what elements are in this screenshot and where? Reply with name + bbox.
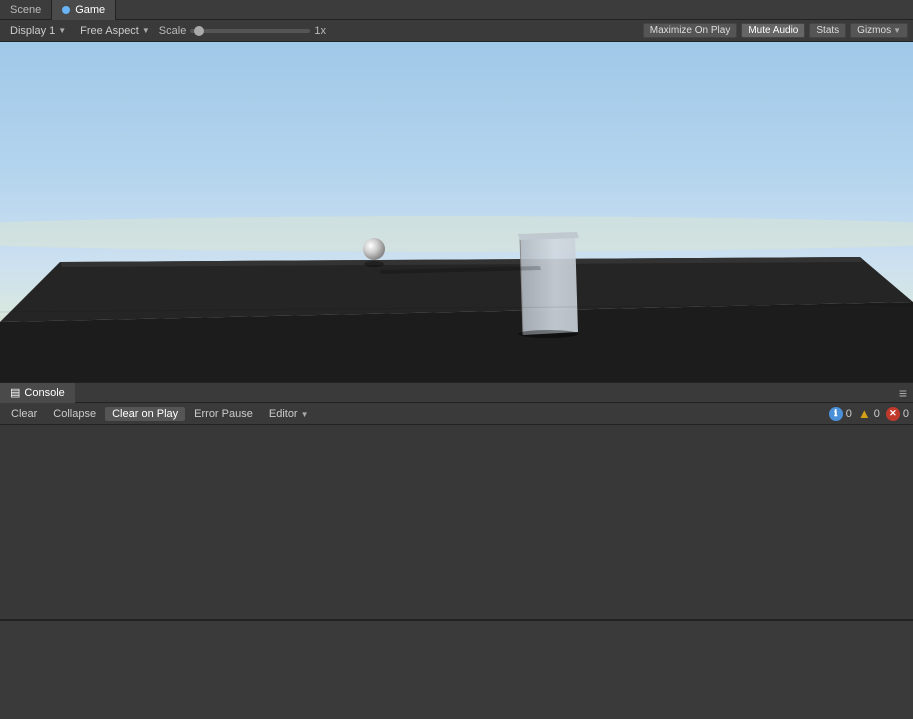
scale-slider[interactable] — [190, 29, 310, 33]
info-icon: ℹ — [829, 407, 843, 421]
console-menu-button[interactable]: ≡ — [893, 385, 913, 401]
mute-label: Mute Audio — [748, 25, 798, 36]
scale-text-label: Scale — [159, 25, 187, 37]
clear-on-play-label: Clear on Play — [112, 408, 178, 420]
game-viewport — [0, 42, 913, 382]
display-label: Display 1 — [10, 25, 55, 37]
gizmos-dropdown-arrow: ▼ — [893, 26, 901, 35]
tab-game-label: Game — [75, 4, 105, 16]
error-count[interactable]: ✕ 0 — [886, 407, 909, 421]
gizmos-label: Gizmos — [857, 25, 891, 36]
scale-thumb — [194, 26, 204, 36]
warn-icon: ▲ — [858, 407, 871, 420]
console-tab-bar: ▤ Console ≡ — [0, 383, 913, 403]
tab-scene[interactable]: Scene — [0, 0, 52, 20]
editor-dropdown-arrow: ▼ — [301, 410, 309, 419]
clear-button[interactable]: Clear — [4, 407, 44, 421]
error-pause-button[interactable]: Error Pause — [187, 407, 260, 421]
display-dropdown-arrow: ▼ — [58, 26, 66, 35]
aspect-label: Free Aspect — [80, 25, 139, 37]
game-dot-icon — [62, 6, 70, 14]
error-icon: ✕ — [886, 407, 900, 421]
display-selector[interactable]: Display 1 ▼ — [5, 24, 71, 38]
editor-label: Editor — [269, 408, 298, 420]
gizmos-button[interactable]: Gizmos ▼ — [850, 23, 908, 38]
collapse-label: Collapse — [53, 408, 96, 420]
tab-game[interactable]: Game — [52, 0, 116, 20]
stats-label: Stats — [816, 25, 839, 36]
console-icon: ▤ — [10, 386, 20, 399]
clear-on-play-button[interactable]: Clear on Play — [105, 407, 185, 421]
mute-audio-button[interactable]: Mute Audio — [741, 23, 805, 38]
collapse-button[interactable]: Collapse — [46, 407, 103, 421]
scale-value: 1x — [314, 25, 326, 37]
editor-button[interactable]: Editor ▼ — [262, 407, 316, 421]
bottom-strip — [0, 619, 913, 719]
tab-bar: Scene Game — [0, 0, 913, 20]
aspect-selector[interactable]: Free Aspect ▼ — [75, 24, 155, 38]
clear-label: Clear — [11, 408, 37, 420]
scene-svg — [0, 42, 913, 382]
console-tab-label: Console — [24, 387, 64, 399]
info-count-value: 0 — [846, 408, 852, 420]
stats-button[interactable]: Stats — [809, 23, 846, 38]
scale-container: Scale 1x — [159, 25, 326, 37]
maximize-label: Maximize On Play — [650, 25, 731, 36]
maximize-on-play-button[interactable]: Maximize On Play — [643, 23, 738, 38]
aspect-dropdown-arrow: ▼ — [142, 26, 150, 35]
warn-count[interactable]: ▲ 0 — [858, 407, 880, 420]
console-tab[interactable]: ▤ Console — [0, 383, 75, 403]
error-count-value: 0 — [903, 408, 909, 420]
console-counts: ℹ 0 ▲ 0 ✕ 0 — [829, 407, 909, 421]
warn-count-value: 0 — [874, 408, 880, 420]
game-toolbar: Display 1 ▼ Free Aspect ▼ Scale 1x Maxim… — [0, 20, 913, 42]
tab-scene-label: Scene — [10, 4, 41, 16]
toolbar-right: Maximize On Play Mute Audio Stats Gizmos… — [643, 23, 908, 38]
info-count[interactable]: ℹ 0 — [829, 407, 852, 421]
error-pause-label: Error Pause — [194, 408, 253, 420]
console-toolbar: Clear Collapse Clear on Play Error Pause… — [0, 403, 913, 425]
